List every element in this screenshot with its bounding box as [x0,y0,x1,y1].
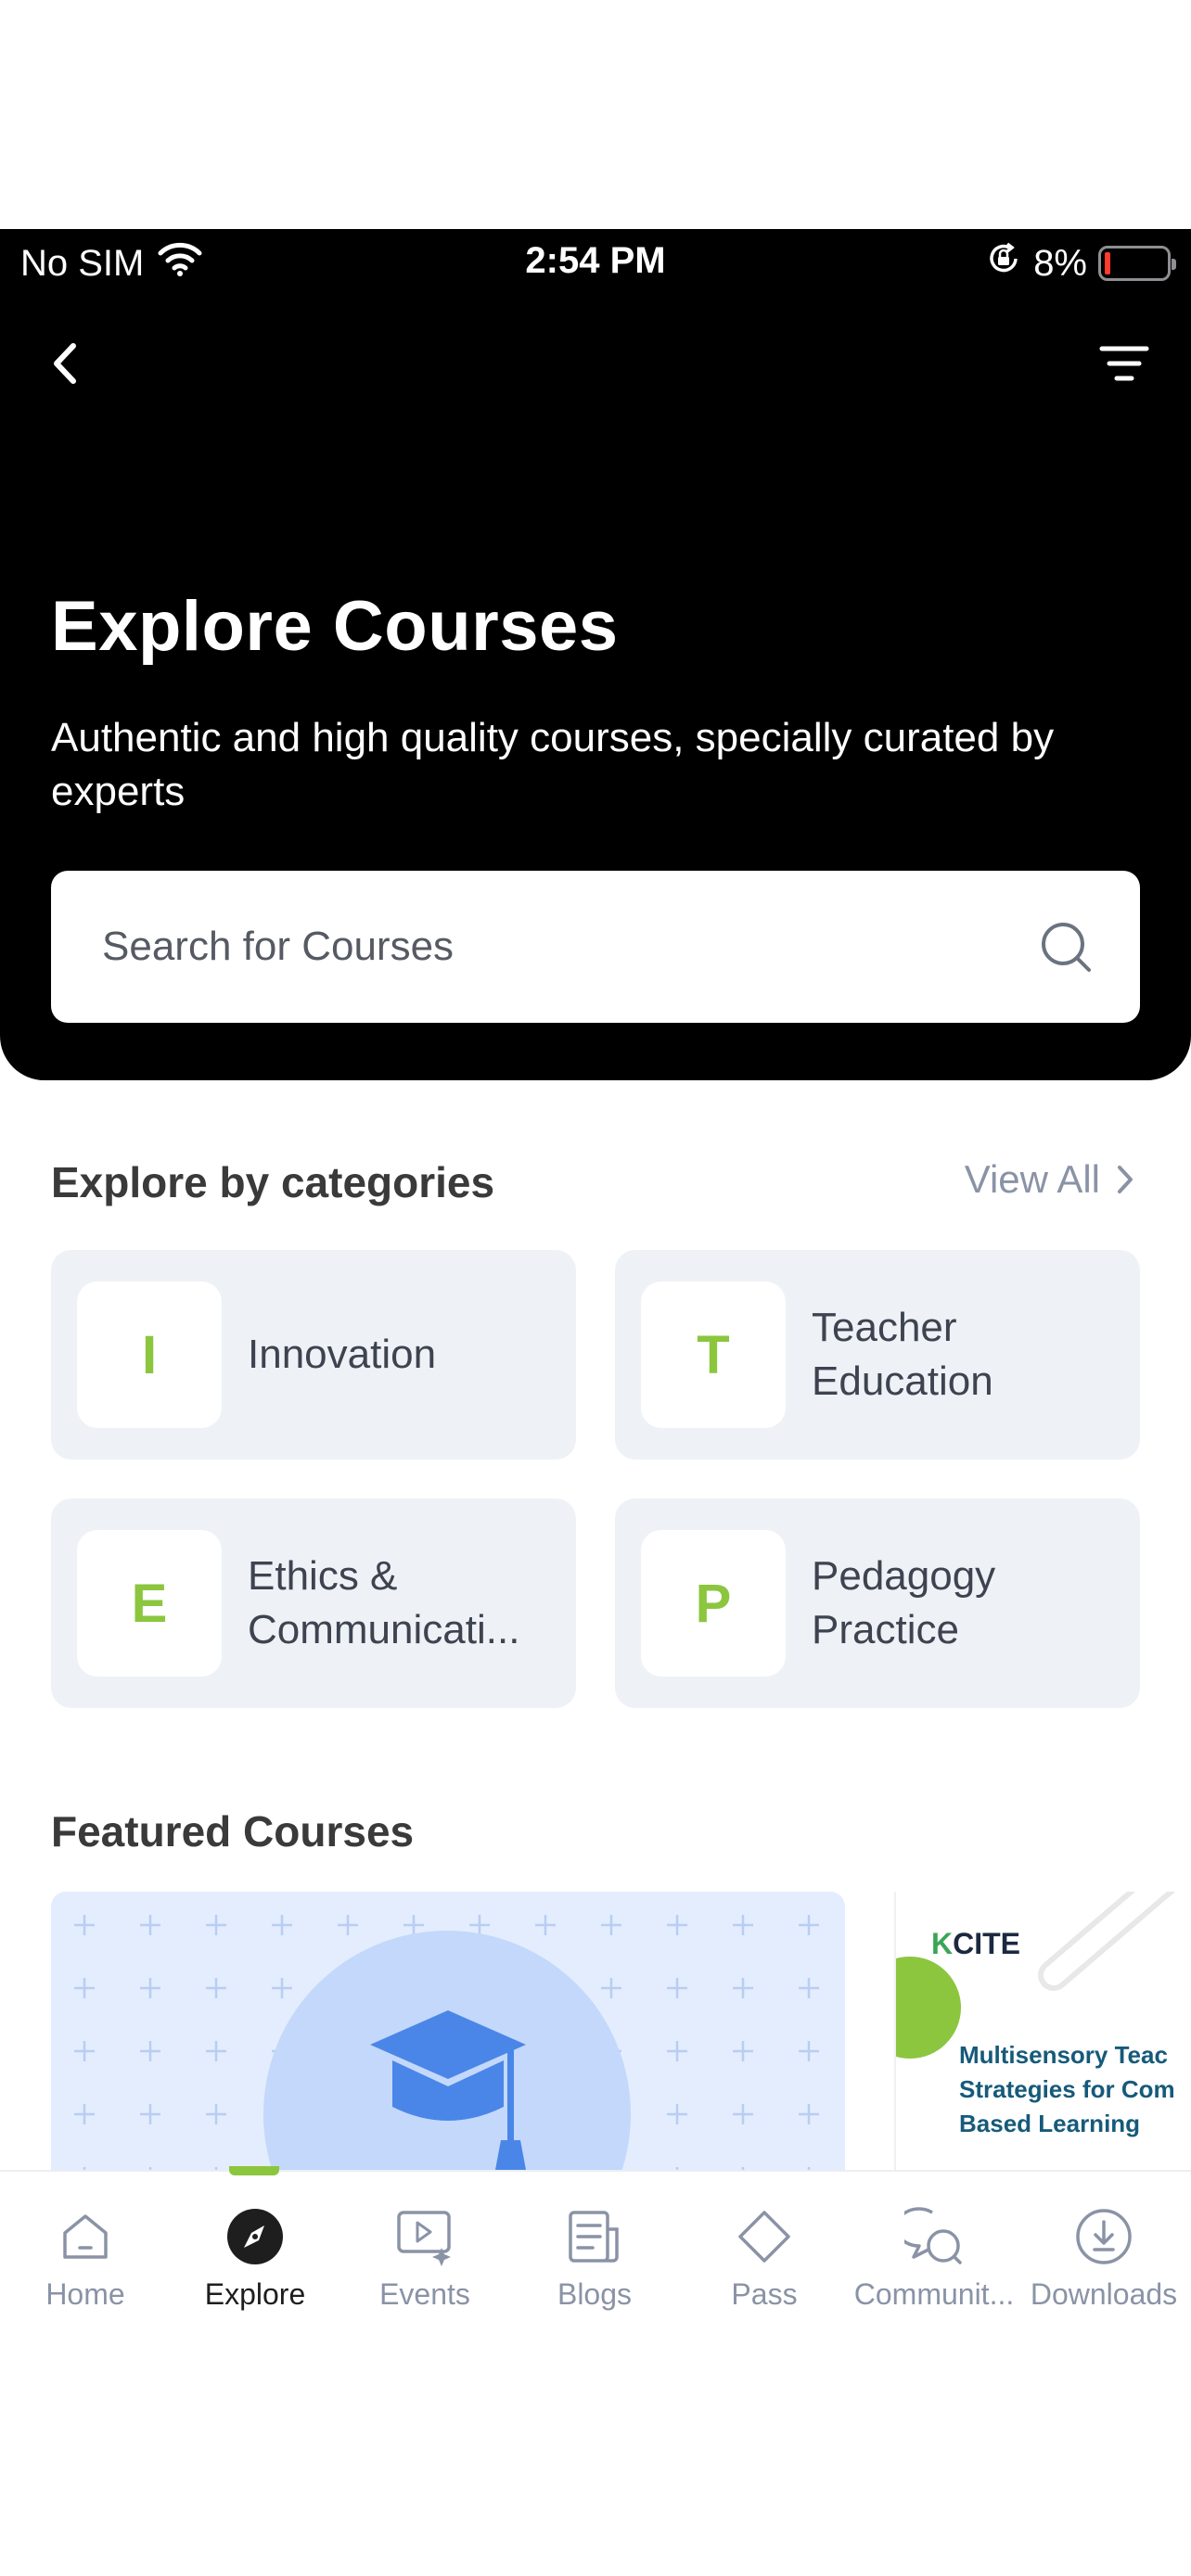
tab-explore[interactable]: Explore [170,2172,340,2339]
featured-course-card[interactable]: KCITE Multisensory Teac Strategies for C… [894,1892,1191,2170]
home-icon [56,2207,115,2266]
tab-label: Pass [731,2277,798,2311]
course-thumbnail [74,1915,819,2170]
status-bar: No SIM 2:54 PM 8% [0,229,1191,294]
tab-label: Blogs [557,2277,633,2311]
tab-blogs[interactable]: Blogs [509,2172,680,2339]
diamond-icon [735,2207,794,2266]
categories-section-title: Explore by categories [51,1158,495,1206]
page-subtitle: Authentic and high quality courses, spec… [51,715,1055,814]
view-all-link[interactable]: View All [965,1157,1135,1202]
category-card-innovation[interactable]: I Innovation [51,1250,576,1460]
category-label-wrap: Pedagogy Practice [812,1498,1127,1708]
course-title-line: Based Learning [959,2110,1141,2137]
status-right: 8% [985,240,1176,287]
decorative-blob [896,1957,961,2059]
view-all-label: View All [964,1157,1100,1201]
tab-community[interactable]: Communit... [849,2172,1019,2339]
featured-course-card[interactable] [51,1892,845,2170]
video-events-icon [395,2207,455,2266]
filter-icon [1099,346,1149,381]
category-label: Pedagogy Practice [812,1553,996,1652]
category-label-wrap: Teacher Education [812,1250,1127,1460]
tab-pass[interactable]: Pass [679,2172,850,2339]
filter-button[interactable] [1095,336,1154,391]
category-card-ethics-communication[interactable]: E Ethics & Communicati... [51,1498,576,1708]
page-title: Explore Courses [51,587,619,666]
course-logo-text: KCITE [931,1927,1020,1960]
orientation-lock-icon [985,240,1022,287]
battery-level-fill [1105,252,1110,274]
course-title-line: Multisensory Teac [959,2041,1168,2069]
category-label-wrap: Innovation [248,1250,563,1460]
blog-icon [565,2207,624,2266]
course-title: Multisensory Teac Strategies for Com Bas… [959,2038,1191,2141]
top-blank-area [0,0,1191,229]
tab-label: Home [45,2277,125,2311]
decorative-stroke [1038,1892,1176,1991]
tab-home[interactable]: Home [0,2172,171,2339]
battery-percent: 8% [1033,242,1087,284]
hero-header: No SIM 2:54 PM 8% Explore Courses Authen… [0,229,1191,1080]
course-title-line: Strategies for Com [959,2075,1175,2103]
category-label-wrap: Ethics & Communicati... [248,1498,563,1708]
category-badge: I [77,1282,222,1428]
search-icon[interactable] [1038,919,1094,975]
tab-label: Events [379,2277,470,2311]
category-card-pedagogy-practice[interactable]: P Pedagogy Practice [615,1498,1140,1708]
back-button[interactable] [45,336,85,391]
tab-label: Communit... [853,2277,1015,2311]
category-badge: P [641,1530,786,1677]
tab-label: Downloads [1030,2277,1178,2311]
battery-icon [1098,246,1176,281]
search-input[interactable] [102,871,1030,1023]
category-card-teacher-education[interactable]: T Teacher Education [615,1250,1140,1460]
search-bar[interactable] [51,871,1140,1023]
category-label: Innovation [248,1332,437,1377]
category-label: Teacher Education [812,1305,993,1404]
community-chat-icon [904,2207,964,2266]
featured-courses-carousel[interactable]: KCITE Multisensory Teac Strategies for C… [0,1892,1191,2170]
compass-icon [225,2207,285,2266]
course-logo: KCITE [931,1927,1020,1961]
chevron-left-icon [54,343,76,384]
bottom-tab-bar: Home Explore Events Blogs Pass Communit.… [0,2166,1191,2576]
download-icon [1074,2207,1133,2266]
chevron-right-icon [1118,1166,1133,1193]
category-label: Ethics & Communicati... [248,1553,520,1652]
category-badge: T [641,1282,786,1428]
featured-section-title: Featured Courses [51,1807,415,1855]
category-badge: E [77,1530,222,1677]
tab-label: Explore [204,2277,306,2311]
tab-downloads[interactable]: Downloads [1018,2172,1189,2339]
tab-events[interactable]: Events [339,2172,510,2339]
